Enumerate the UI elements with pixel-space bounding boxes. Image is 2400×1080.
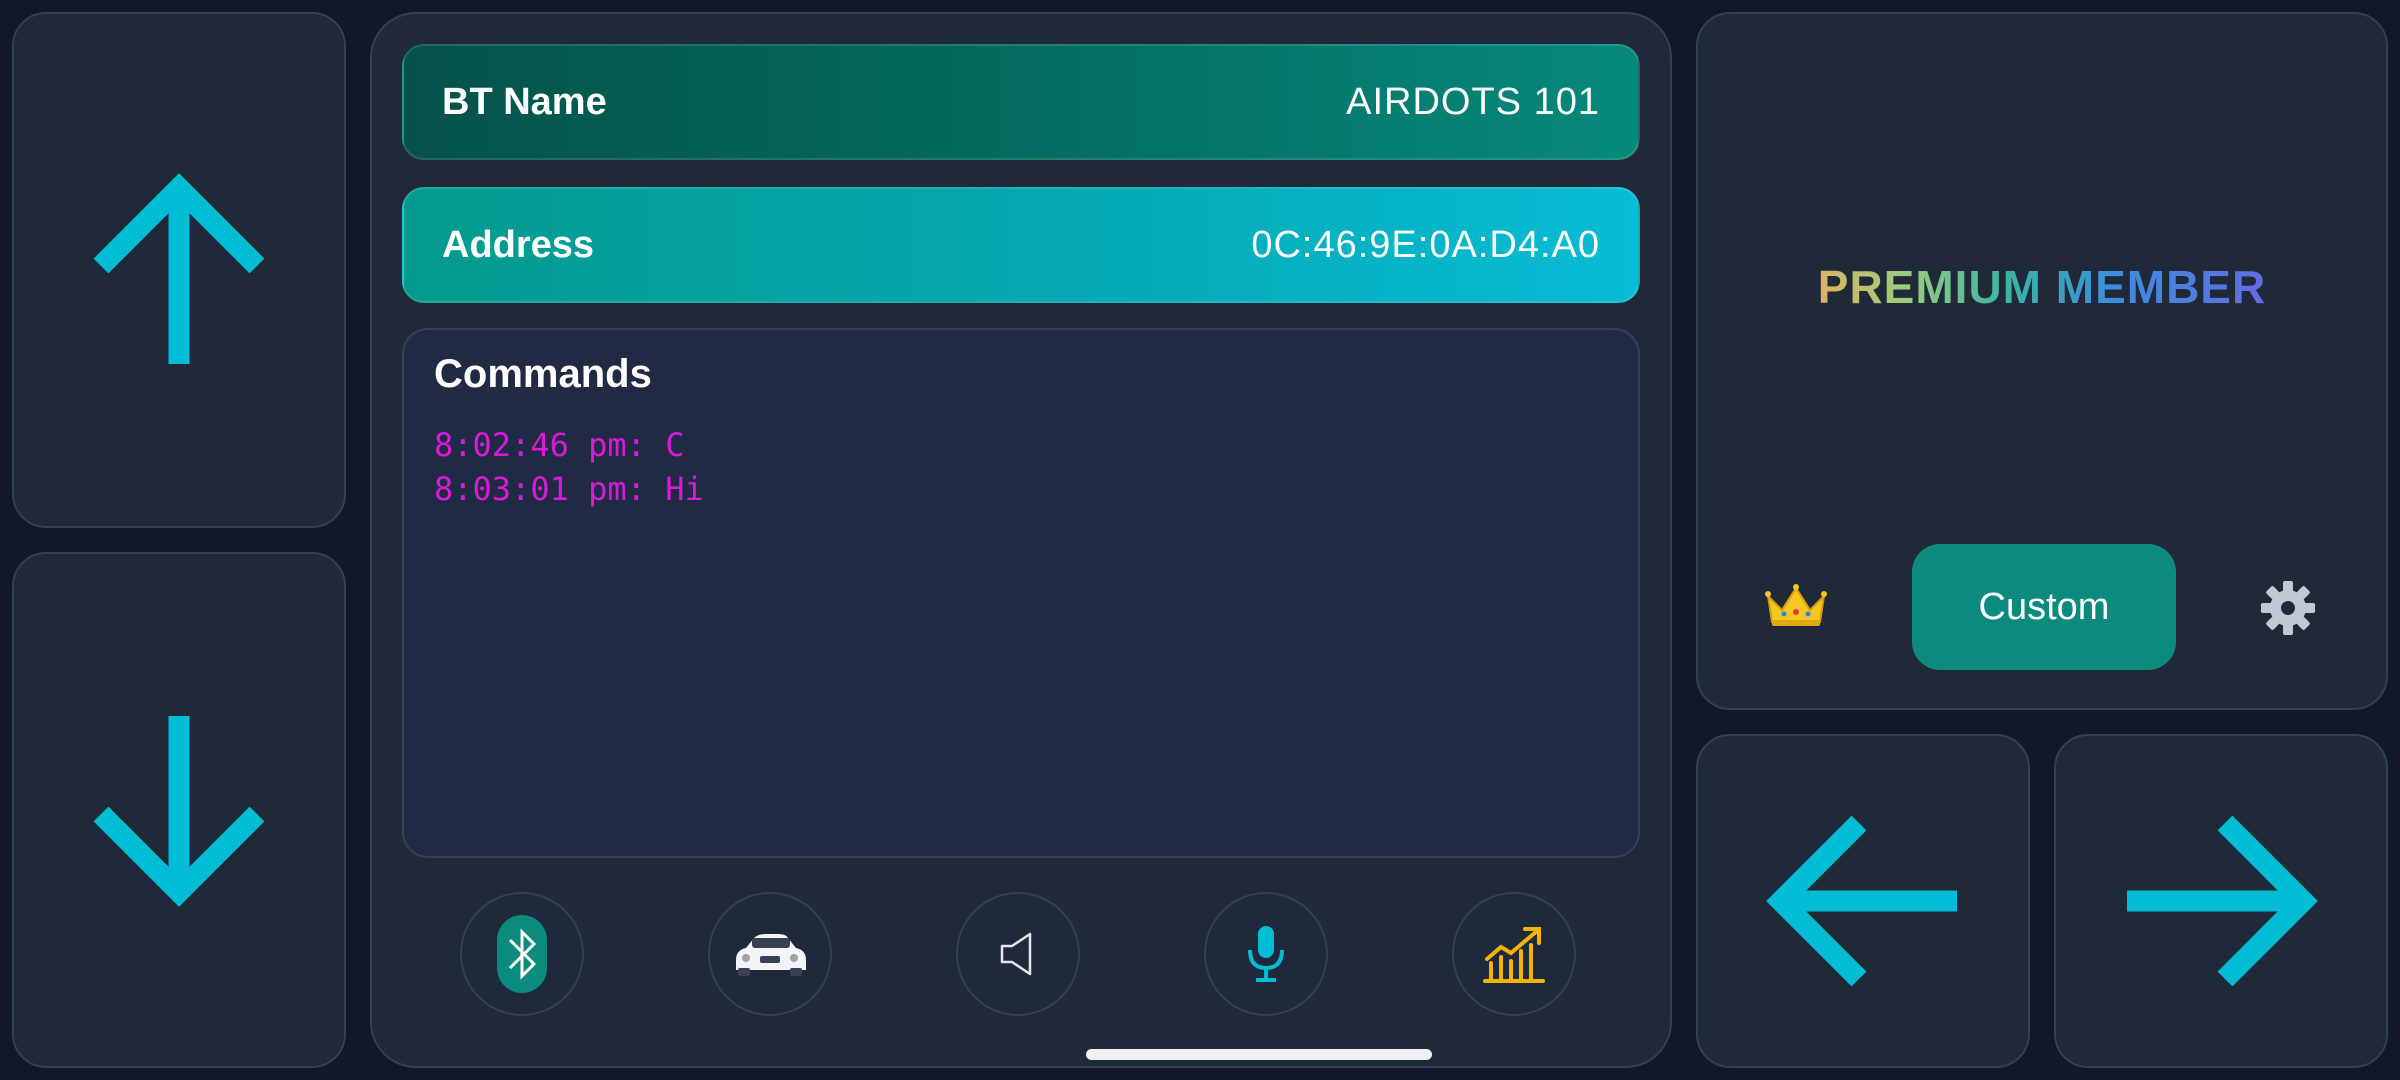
bottom-toolbar [402, 892, 1640, 1022]
log-line: 8:03:01 pm: Hi [434, 470, 704, 508]
gear-icon[interactable] [2260, 580, 2316, 636]
arrow-down-icon [93, 716, 265, 907]
arrow-left-icon [1766, 815, 1957, 987]
address-row: Address 0C:46:9E:0A:D4:A0 [402, 187, 1640, 303]
car-button[interactable] [708, 892, 832, 1016]
custom-button[interactable]: Custom [1912, 544, 2176, 670]
speaker-button[interactable] [956, 892, 1080, 1016]
premium-title: PREMIUM MEMBER [1698, 260, 2386, 314]
microphone-icon [1248, 926, 1284, 982]
device-panel: BT Name AIRDOTS 101 Address 0C:46:9E:0A:… [370, 12, 1672, 1068]
left-arrow-button[interactable] [1696, 734, 2030, 1068]
premium-panel: PREMIUM MEMBER Custom [1696, 12, 2388, 710]
arrow-right-icon [2127, 815, 2318, 987]
bt-name-label: BT Name [442, 80, 607, 123]
bluetooth-icon [497, 915, 547, 993]
up-arrow-button[interactable] [12, 12, 346, 528]
commands-log[interactable]: Commands 8:02:46 pm: C 8:03:01 pm: Hi [402, 328, 1640, 858]
right-arrow-button[interactable] [2054, 734, 2388, 1068]
down-arrow-button[interactable] [12, 552, 346, 1068]
bt-name-value: AIRDOTS 101 [1346, 80, 1600, 123]
chart-button[interactable] [1452, 892, 1576, 1016]
chart-growth-icon [1483, 927, 1545, 983]
address-value: 0C:46:9E:0A:D4:A0 [1251, 223, 1600, 266]
log-line: 8:02:46 pm: C [434, 426, 685, 464]
home-indicator[interactable] [1086, 1049, 1432, 1060]
car-icon [736, 934, 806, 976]
address-label: Address [442, 223, 595, 266]
microphone-button[interactable] [1204, 892, 1328, 1016]
bt-name-row: BT Name AIRDOTS 101 [402, 44, 1640, 160]
speaker-icon [1000, 932, 1032, 976]
arrow-up-icon [93, 173, 265, 364]
commands-title: Commands [434, 352, 652, 396]
bluetooth-button[interactable] [460, 892, 584, 1016]
crown-icon[interactable] [1764, 582, 1828, 628]
